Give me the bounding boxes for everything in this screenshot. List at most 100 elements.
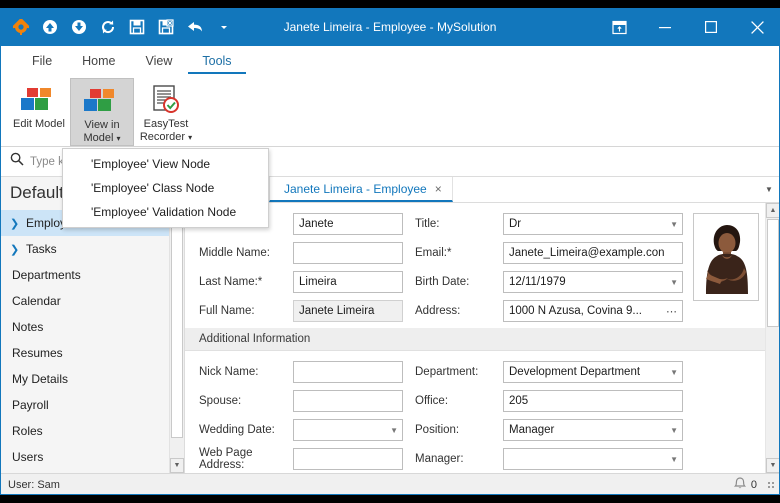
spouse-input[interactable] [293, 390, 403, 412]
sidebar-item-roles[interactable]: Roles [0, 418, 184, 444]
field-label: Nick Name: [199, 366, 293, 378]
field-title: Title: Dr ▼ [415, 213, 683, 235]
move-down-icon[interactable] [66, 14, 92, 40]
field-value: 205 [509, 395, 678, 407]
menu-item-employee-class-node[interactable]: 'Employee' Class Node [63, 176, 268, 200]
form-scroll-thumb[interactable] [767, 219, 779, 327]
view-in-model-label-1: View in [82, 118, 121, 131]
field-department: Department: Development Department ▼ [415, 361, 683, 383]
ribbon-tab-file[interactable]: File [18, 51, 66, 74]
edit-model-button[interactable]: Edit Model [8, 78, 70, 142]
last-name-input[interactable]: Limeira [293, 271, 403, 293]
save-and-close-icon[interactable] [153, 14, 179, 40]
chevron-down-icon[interactable]: ▼ [387, 426, 398, 435]
form-scrollbar[interactable]: ▲ ▼ [765, 203, 780, 473]
ribbon-display-options-button[interactable] [596, 8, 642, 46]
additional-information-header: Additional Information [185, 328, 765, 351]
chevron-down-icon[interactable]: ▼ [667, 368, 678, 377]
close-button[interactable] [734, 8, 780, 46]
status-user-label: User: Sam [8, 479, 60, 491]
scroll-up-icon[interactable]: ▲ [766, 203, 780, 218]
model-blocks-icon [19, 83, 59, 117]
form-additional-fields: Nick Name: Spouse: [185, 351, 765, 476]
field-last-name: Last Name:* Limeira [199, 271, 403, 293]
model-blocks-icon [82, 84, 122, 118]
sidebar-item-notes[interactable]: Notes [0, 314, 184, 340]
document-tab-employee[interactable]: Janete Limeira - Employee × [269, 177, 453, 202]
email-input[interactable]: Janete_Limeira@example.con [503, 242, 683, 264]
minimize-button[interactable] [642, 8, 688, 46]
sidebar-scroll-thumb[interactable] [171, 221, 183, 438]
employee-photo[interactable] [693, 213, 759, 301]
address-input[interactable]: 1000 N Azusa, Covina 9... ⋯ [503, 300, 683, 322]
refresh-icon[interactable] [95, 14, 121, 40]
ribbon-body: Edit Model View in Model ▾ [0, 74, 780, 146]
sidebar-item-payroll[interactable]: Payroll [0, 392, 184, 418]
sidebar-scrollbar[interactable]: ▲ ▼ [169, 205, 184, 473]
sidebar-item-departments[interactable]: Departments [0, 262, 184, 288]
department-combo[interactable]: Development Department ▼ [503, 361, 683, 383]
sidebar-item-calendar[interactable]: Calendar [0, 288, 184, 314]
chevron-down-icon[interactable]: ▼ [667, 426, 678, 435]
scroll-down-icon[interactable]: ▼ [170, 458, 184, 473]
employee-photo-cell [683, 213, 763, 322]
middle-name-input[interactable] [293, 242, 403, 264]
field-value: Dr [509, 218, 667, 230]
qat-overflow-icon[interactable] [211, 14, 237, 40]
sidebar-item-label: Departments [12, 268, 81, 282]
sidebar-item-my-details[interactable]: My Details [0, 366, 184, 392]
menu-item-employee-view-node[interactable]: 'Employee' View Node [63, 152, 268, 176]
ellipsis-icon[interactable]: ⋯ [666, 305, 678, 318]
title-combo[interactable]: Dr ▼ [503, 213, 683, 235]
field-label: Birth Date: [415, 276, 503, 288]
manager-combo[interactable]: ▼ [503, 448, 683, 470]
sidebar-item-tasks[interactable]: ❯ Tasks [0, 236, 184, 262]
wedding-date-picker[interactable]: ▼ [293, 419, 403, 441]
sidebar-item-label: Tasks [26, 242, 57, 256]
chevron-down-icon[interactable]: ▼ [667, 455, 678, 464]
maximize-button[interactable] [688, 8, 734, 46]
sidebar-item-label: Roles [12, 424, 43, 438]
save-icon[interactable] [124, 14, 150, 40]
ribbon-tab-home[interactable]: Home [68, 51, 129, 74]
resize-grip-icon[interactable] [762, 482, 774, 488]
first-name-input[interactable]: Janete [293, 213, 403, 235]
web-page-address-input[interactable] [293, 448, 403, 470]
chevron-down-icon[interactable]: ▼ [667, 278, 678, 287]
position-combo[interactable]: Manager ▼ [503, 419, 683, 441]
chevron-down-icon[interactable]: ▾ [188, 133, 192, 142]
scroll-down-icon[interactable]: ▼ [766, 458, 780, 473]
form-main-right-column: Title: Dr ▼ Email:* Janete_Limeira@examp… [403, 213, 683, 322]
chevron-down-icon[interactable]: ▼ [667, 220, 678, 229]
move-up-icon[interactable] [37, 14, 63, 40]
ribbon-tab-view[interactable]: View [132, 51, 187, 74]
nick-name-input[interactable] [293, 361, 403, 383]
office-input[interactable]: 205 [503, 390, 683, 412]
navigation-list: ❯ Employees ❯ Tasks Departments Calendar… [0, 210, 184, 473]
field-spouse: Spouse: [199, 390, 403, 412]
view-in-model-button[interactable]: View in Model ▾ [70, 78, 134, 146]
field-label: Full Name: [199, 305, 293, 317]
menu-item-employee-validation-node[interactable]: 'Employee' Validation Node [63, 200, 268, 224]
tab-overflow-icon[interactable]: ▼ [758, 177, 780, 202]
field-value: Development Department [509, 366, 667, 378]
birth-date-picker[interactable]: 12/11/1979 ▼ [503, 271, 683, 293]
ribbon: File Home View Tools Edit Model [0, 46, 780, 147]
undo-icon[interactable] [182, 14, 208, 40]
ribbon-tab-tools[interactable]: Tools [188, 51, 245, 74]
navigation-header-label: Default [10, 183, 64, 203]
easytest-recorder-button[interactable]: EasyTest Recorder ▾ [134, 78, 198, 144]
bell-icon[interactable] [734, 477, 746, 493]
close-icon[interactable]: × [435, 182, 442, 196]
field-nick-name: Nick Name: [199, 361, 403, 383]
chevron-right-icon: ❯ [10, 217, 26, 230]
chevron-down-icon[interactable]: ▾ [117, 134, 121, 143]
sidebar-item-label: Payroll [12, 398, 49, 412]
field-manager: Manager: ▼ [415, 448, 683, 470]
field-label: Spouse: [199, 395, 293, 407]
sidebar-item-resumes[interactable]: Resumes [0, 340, 184, 366]
view-in-model-label-2-text: Model [83, 132, 113, 144]
settings-gear-icon[interactable] [8, 14, 34, 40]
sidebar-item-users[interactable]: Users [0, 444, 184, 470]
window-controls [596, 8, 780, 46]
